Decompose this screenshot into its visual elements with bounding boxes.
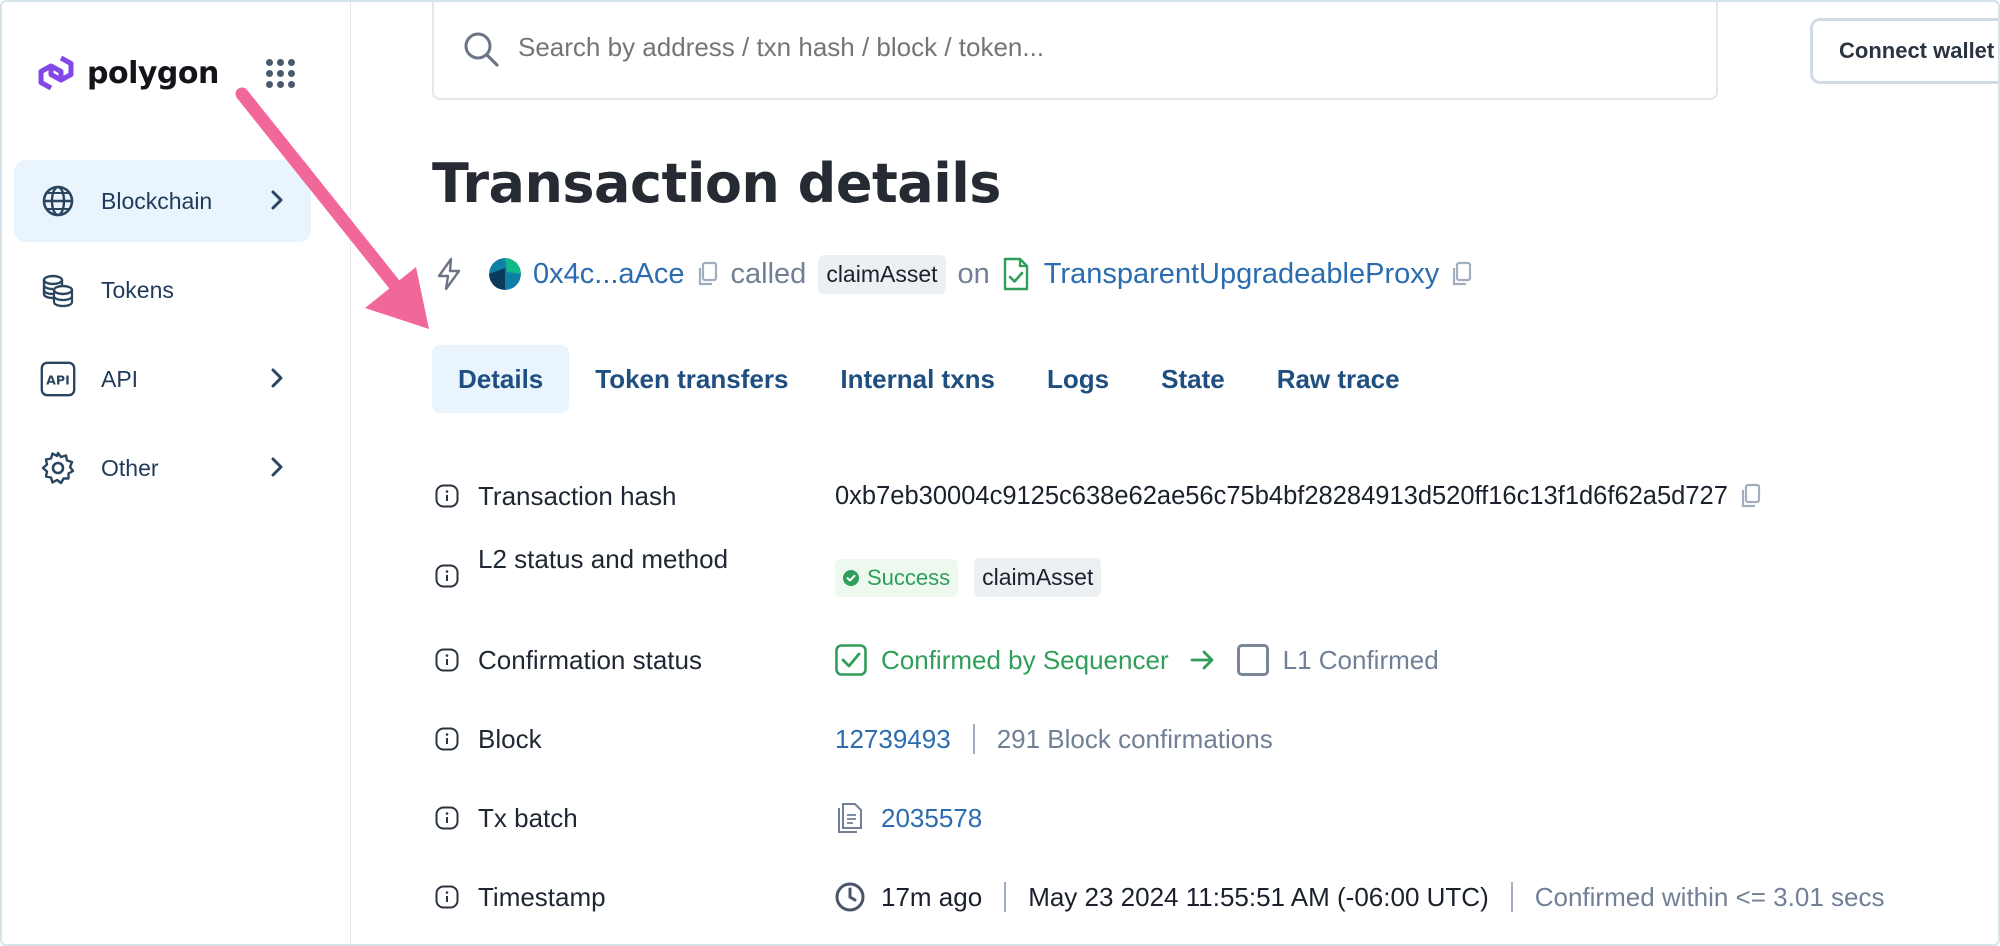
search-input[interactable] <box>518 32 1668 63</box>
svg-text:API: API <box>46 372 70 387</box>
batch-number-link[interactable]: 2035578 <box>881 803 982 834</box>
info-icon[interactable] <box>435 564 459 588</box>
sidebar: polygon Blockchain Tokens API API Other <box>2 2 351 944</box>
detail-label: Transaction hash <box>478 480 677 511</box>
copy-icon[interactable] <box>697 261 719 287</box>
sidebar-item-blockchain[interactable]: Blockchain <box>14 160 311 242</box>
sidebar-item-label: Blockchain <box>101 187 213 214</box>
coins-icon <box>40 272 76 308</box>
detail-value: 17m ago May 23 2024 11:55:51 AM (-06:00 … <box>835 882 1884 913</box>
detail-row-block: Block 12739493 291 Block confirmations <box>435 709 1995 769</box>
divider <box>1510 882 1513 912</box>
info-icon[interactable] <box>435 484 459 508</box>
status-badge: Success <box>835 558 959 597</box>
sidebar-item-label: API <box>101 365 139 392</box>
chevron-right-icon <box>271 368 283 388</box>
info-icon[interactable] <box>435 806 459 830</box>
detail-row-status: L2 status and method Success claimAsset <box>435 544 1995 606</box>
detail-label: Confirmation status <box>478 644 702 675</box>
unchecked-box-icon <box>1236 644 1269 676</box>
clock-icon <box>835 882 865 912</box>
detail-row-tx-hash: Transaction hash 0xb7eb30004c9125c638e62… <box>435 466 1995 526</box>
info-icon[interactable] <box>435 648 459 672</box>
divider <box>972 724 975 754</box>
detail-value: Confirmed by Sequencer L1 Confirmed <box>835 644 1439 676</box>
copy-icon[interactable] <box>1451 261 1473 287</box>
info-icon[interactable] <box>435 727 459 751</box>
api-icon: API <box>40 361 76 397</box>
connect-wallet-button[interactable]: Connect wallet <box>1810 18 1998 84</box>
detail-value: 0xb7eb30004c9125c638e62ae56c75b4bf282849… <box>835 482 1762 511</box>
status-text: Success <box>867 564 951 590</box>
polygon-logo-icon <box>38 55 74 91</box>
detail-label: Block <box>478 723 542 754</box>
block-confirmations: 291 Block confirmations <box>996 723 1273 754</box>
polygon-logo[interactable]: polygon <box>33 52 219 94</box>
tab-raw-trace[interactable]: Raw trace <box>1251 345 1426 413</box>
verified-contract-icon <box>1003 257 1028 291</box>
apps-grid-icon[interactable] <box>266 59 296 89</box>
sidebar-item-label: Other <box>101 454 159 481</box>
sidebar-item-api[interactable]: API API <box>14 338 311 420</box>
sidebar-item-tokens[interactable]: Tokens <box>14 249 311 331</box>
timestamp-relative: 17m ago <box>881 881 983 912</box>
transaction-call-summary: 0x4c...aAce called claimAsset on Transpa… <box>435 249 1473 299</box>
called-text: called <box>730 257 807 290</box>
detail-value: 2035578 <box>835 802 982 834</box>
globe-icon <box>40 183 76 219</box>
app-window: polygon Blockchain Tokens API API Other … <box>0 0 2000 946</box>
search-bar[interactable] <box>432 2 1718 100</box>
detail-label: Tx batch <box>478 802 578 833</box>
address-avatar <box>489 258 521 290</box>
contract-link[interactable]: TransparentUpgradeableProxy <box>1044 258 1439 291</box>
chevron-right-icon <box>271 190 283 210</box>
brand-name: polygon <box>87 55 219 91</box>
gear-icon <box>40 450 76 486</box>
chevron-right-icon <box>271 457 283 477</box>
detail-row-batch: Tx batch 2035578 <box>435 788 1995 848</box>
block-number-link[interactable]: 12739493 <box>835 724 951 755</box>
batch-icon <box>838 803 862 833</box>
on-text: on <box>957 257 990 290</box>
detail-label: L2 status and method <box>478 544 729 574</box>
timestamp-absolute: May 23 2024 11:55:51 AM (-06:00 UTC) <box>1028 881 1489 912</box>
method-tag: claimAsset <box>818 254 946 294</box>
sidebar-item-other[interactable]: Other <box>14 427 311 509</box>
lightning-icon <box>437 257 461 291</box>
from-address-link[interactable]: 0x4c...aAce <box>533 258 685 291</box>
info-icon[interactable] <box>435 885 459 909</box>
check-circle-icon <box>843 569 859 586</box>
tab-token-transfers[interactable]: Token transfers <box>569 345 814 413</box>
tab-details[interactable]: Details <box>432 345 570 413</box>
method-tag: claimAsset <box>974 558 1102 597</box>
detail-label: Timestamp <box>478 881 606 912</box>
transaction-hash-value: 0xb7eb30004c9125c638e62ae56c75b4bf282849… <box>835 481 1728 510</box>
confirmation-step-l1: L1 Confirmed <box>1282 644 1439 675</box>
search-icon <box>464 32 499 67</box>
detail-value: 12739493 291 Block confirmations <box>835 724 1273 755</box>
confirmed-within: Confirmed within <= 3.01 secs <box>1534 881 1885 912</box>
copy-icon[interactable] <box>1740 483 1762 509</box>
page-title: Transaction details <box>432 152 1001 215</box>
arrow-right-icon <box>1190 650 1214 670</box>
tab-state[interactable]: State <box>1135 345 1251 413</box>
tab-logs[interactable]: Logs <box>1021 345 1135 413</box>
divider <box>1004 882 1007 912</box>
tab-bar: Details Token transfers Internal txns Lo… <box>432 345 1426 413</box>
detail-value: Success claimAsset <box>835 558 1102 597</box>
checked-box-icon <box>835 644 867 676</box>
confirmation-step-sequencer: Confirmed by Sequencer <box>881 644 1169 675</box>
detail-row-confirmation: Confirmation status Confirmed by Sequenc… <box>435 630 1995 690</box>
tab-internal-txns[interactable]: Internal txns <box>814 345 1021 413</box>
sidebar-nav: Blockchain Tokens API API Other <box>14 160 311 516</box>
sidebar-item-label: Tokens <box>101 276 174 303</box>
detail-row-timestamp: Timestamp 17m ago May 23 2024 11:55:51 A… <box>435 867 1995 927</box>
